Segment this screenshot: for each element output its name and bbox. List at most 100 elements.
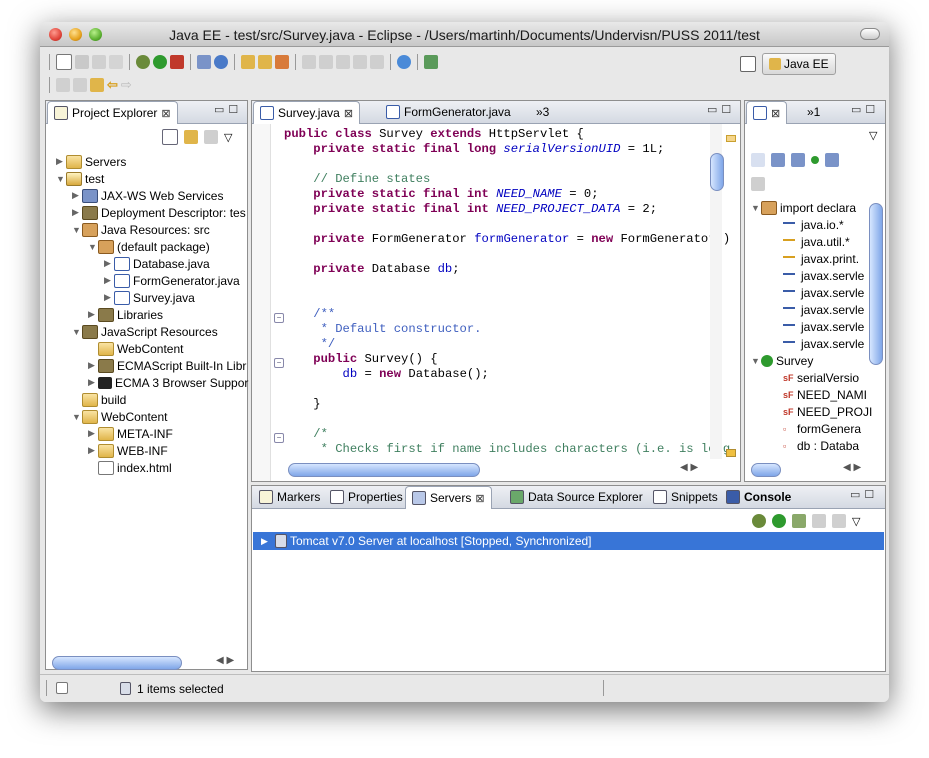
- server-row[interactable]: ▶ Tomcat v7.0 Server at localhost [Stopp…: [253, 532, 884, 550]
- tab-more-editors[interactable]: »3: [530, 101, 555, 123]
- tree-row[interactable]: ▶ META-INF: [88, 425, 173, 442]
- tree-row[interactable]: ▼ WebContent: [72, 408, 168, 425]
- prev-annotation-icon[interactable]: [73, 78, 87, 92]
- outline-hscroll-thumb[interactable]: [751, 463, 781, 477]
- bottom-minmax-controls[interactable]: ▭☐: [850, 488, 878, 501]
- outline-row[interactable]: javax.servle: [783, 301, 864, 318]
- view-menu-icon[interactable]: ▽: [224, 131, 232, 144]
- start-server-icon[interactable]: [772, 514, 786, 528]
- tree-row[interactable]: ▶ Database.java: [104, 255, 210, 272]
- sync-icon[interactable]: [424, 55, 438, 69]
- tab-servers[interactable]: Servers ⊠: [405, 486, 492, 509]
- tree-row[interactable]: build: [72, 391, 126, 408]
- scroll-arrows-icon[interactable]: ◀ ▶: [843, 462, 861, 473]
- debug-icon[interactable]: [136, 55, 150, 69]
- tree-row[interactable]: WebContent: [88, 340, 184, 357]
- filter-icon[interactable]: [204, 130, 218, 144]
- tab-formgenerator-java[interactable]: FormGenerator.java: [380, 101, 517, 123]
- back-arrow-icon[interactable]: ⇦: [107, 77, 118, 93]
- publish-icon[interactable]: [832, 514, 846, 528]
- outline-row[interactable]: javax.servle: [783, 335, 864, 352]
- expand-icon[interactable]: ▶: [104, 275, 114, 286]
- open-perspective-icon[interactable]: [740, 56, 756, 72]
- outline-minmax-controls[interactable]: ▭☐: [851, 103, 879, 116]
- expand-icon[interactable]: ▶: [261, 536, 271, 547]
- tab-project-explorer[interactable]: Project Explorer ⊠: [47, 101, 178, 124]
- hide-nonpublic-icon[interactable]: [811, 156, 819, 164]
- outline-row[interactable]: sF NEED_PROJI: [783, 403, 872, 420]
- tree-row[interactable]: ▼ (default package): [88, 238, 210, 255]
- expand-icon[interactable]: ▶: [104, 258, 114, 269]
- outline-row[interactable]: ▫ db : Databa: [783, 437, 859, 454]
- tree-row[interactable]: ▶ Survey.java: [104, 289, 195, 306]
- expand-icon[interactable]: ▶: [88, 428, 98, 439]
- last-edit-icon[interactable]: [90, 78, 104, 92]
- expand-icon[interactable]: ▶: [56, 156, 66, 167]
- close-icon[interactable]: ⊠: [771, 107, 780, 120]
- hide-static-icon[interactable]: [791, 153, 805, 167]
- fold-toggle-icon[interactable]: −: [274, 358, 284, 368]
- explorer-hscroll-thumb[interactable]: [52, 656, 182, 670]
- run-icon[interactable]: [153, 55, 167, 69]
- tree-row[interactable]: ▶ ECMA 3 Browser Suppor: [88, 374, 248, 391]
- close-icon[interactable]: ⊠: [475, 492, 484, 505]
- fast-view-icon[interactable]: [56, 682, 68, 694]
- tree-row[interactable]: ▼ Java Resources: src: [72, 221, 210, 238]
- collapse-all-icon[interactable]: [162, 129, 178, 145]
- tab-more-views[interactable]: »1: [801, 101, 826, 123]
- tree-row[interactable]: ▶ JAX-WS Web Services: [72, 187, 223, 204]
- close-icon[interactable]: ⊠: [344, 107, 353, 120]
- overview-marker-icon[interactable]: [726, 135, 736, 142]
- tree-row[interactable]: ▶ ECMAScript Built-In Libr: [88, 357, 246, 374]
- warning-marker-icon[interactable]: [726, 449, 736, 457]
- save-icon[interactable]: [75, 55, 89, 69]
- outline-row[interactable]: sF serialVersio: [783, 369, 859, 386]
- tab-survey-java[interactable]: Survey.java ⊠: [253, 101, 361, 124]
- tree-row[interactable]: index.html: [88, 459, 172, 476]
- expand-icon[interactable]: ▶: [88, 445, 98, 456]
- close-icon[interactable]: ⊠: [161, 107, 170, 120]
- open-folder-icon[interactable]: [258, 55, 272, 69]
- forward-arrow-icon[interactable]: ⇨: [121, 77, 132, 93]
- outline-row[interactable]: javax.servle: [783, 318, 864, 335]
- new-server-icon[interactable]: [197, 55, 211, 69]
- annotation-icon[interactable]: [56, 78, 70, 92]
- expand-icon[interactable]: ▶: [88, 377, 98, 388]
- open-type-icon[interactable]: [241, 55, 255, 69]
- source-code[interactable]: public class Survey extends HttpServlet …: [284, 127, 730, 457]
- editor-hscroll-thumb[interactable]: [288, 463, 480, 477]
- link-editor-icon[interactable]: [184, 130, 198, 144]
- fold-toggle-icon[interactable]: −: [274, 433, 284, 443]
- tab-console[interactable]: Console: [720, 486, 797, 508]
- tab-outline[interactable]: ⊠: [746, 101, 788, 124]
- editor-minmax-controls[interactable]: ▭☐: [707, 103, 735, 116]
- collapse-icon[interactable]: ▼: [72, 412, 82, 422]
- marker-icon[interactable]: [336, 55, 350, 69]
- expand-icon[interactable]: ▶: [88, 309, 98, 320]
- hide-fields-icon[interactable]: [771, 153, 785, 167]
- block-icon[interactable]: [353, 55, 367, 69]
- expand-icon[interactable]: ▶: [72, 190, 82, 201]
- tree-row[interactable]: ▶ WEB-INF: [88, 442, 168, 459]
- collapse-icon[interactable]: ▼: [72, 327, 82, 337]
- debug-server-icon[interactable]: [752, 514, 766, 528]
- view-menu-icon[interactable]: ▽: [852, 515, 860, 528]
- tree-row[interactable]: ▶ FormGenerator.java: [104, 272, 240, 289]
- tree-row[interactable]: ▶ Libraries: [88, 306, 163, 323]
- new-icon[interactable]: [56, 54, 72, 70]
- collapse-icon[interactable]: ▼: [751, 356, 761, 366]
- tab-markers[interactable]: Markers: [253, 486, 326, 508]
- collapse-icon[interactable]: ▼: [56, 174, 66, 184]
- globe-icon[interactable]: [397, 55, 411, 69]
- outline-row[interactable]: javax.print.: [783, 250, 859, 267]
- collapse-icon[interactable]: ▼: [72, 225, 82, 235]
- collapse-icon[interactable]: ▼: [88, 242, 98, 252]
- scroll-arrows-icon[interactable]: ◀ ▶: [216, 655, 234, 666]
- java-ee-perspective-button[interactable]: Java EE: [762, 53, 836, 75]
- scroll-arrows-icon[interactable]: ◀ ▶: [680, 462, 698, 473]
- outline-row[interactable]: javax.servle: [783, 267, 864, 284]
- tab-properties[interactable]: Properties: [324, 486, 409, 508]
- expand-icon[interactable]: ▶: [104, 292, 114, 303]
- collapse-icon[interactable]: ▼: [751, 203, 761, 213]
- save-all-icon[interactable]: [92, 55, 106, 69]
